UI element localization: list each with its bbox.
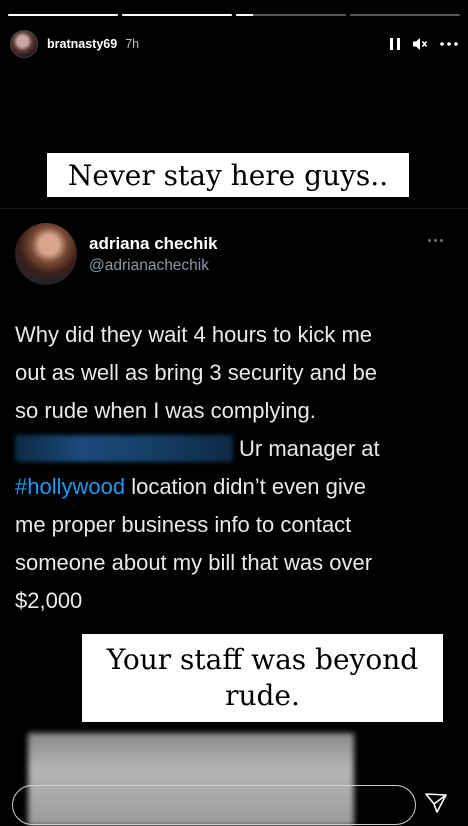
progress-segment <box>236 14 346 16</box>
tweet-line: me proper business info to contact <box>15 512 352 537</box>
caption-top: Never stay here guys.. <box>47 153 409 197</box>
caption-bottom-line: rude. <box>225 679 300 712</box>
pause-icon[interactable] <box>390 38 400 50</box>
send-icon[interactable] <box>424 792 448 819</box>
tweet-line: $2,000 <box>15 588 83 613</box>
hashtag-link: #hollywood <box>15 474 126 499</box>
reply-input[interactable] <box>12 785 416 825</box>
tweet-line: someone about my bill that was over <box>15 550 373 575</box>
story-progress-bar <box>8 14 460 17</box>
tweet-line: #hollywood location didn’t even give <box>15 468 455 506</box>
avatar[interactable] <box>10 30 38 58</box>
tweet-line-text: location didn’t even give <box>125 474 367 499</box>
progress-segment <box>350 14 460 16</box>
tweet-avatar <box>15 223 77 285</box>
progress-segment <box>122 14 232 16</box>
mute-icon[interactable] <box>412 37 428 51</box>
caption-bottom: Your staff was beyond rude. <box>82 634 443 722</box>
tweet-more-icon <box>428 239 443 242</box>
story-header: bratnasty69 7h <box>10 30 458 58</box>
tweet-line: Ur manager at <box>15 430 455 468</box>
story-username[interactable]: bratnasty69 <box>47 37 117 51</box>
tweet-text: Why did they wait 4 hours to kick me out… <box>15 316 455 620</box>
tweet-line: so rude when I was complying. <box>15 398 316 423</box>
tweet-author-handle: @adrianachechik <box>89 257 209 274</box>
tweet-line: Why did they wait 4 hours to kick me <box>15 322 373 347</box>
blurred-mention <box>15 435 233 462</box>
story-timestamp: 7h <box>125 37 140 51</box>
tweet-line: out as well as bring 3 security and be <box>15 360 377 385</box>
progress-segment <box>8 14 118 16</box>
tweet-line-text: Ur manager at <box>239 436 380 461</box>
tweet-author-name: adriana chechik <box>89 234 218 253</box>
tweet-card: adriana chechik @adrianachechik Why did … <box>0 208 468 629</box>
caption-bottom-line: Your staff was beyond <box>106 643 419 676</box>
more-options-icon[interactable] <box>440 42 458 46</box>
